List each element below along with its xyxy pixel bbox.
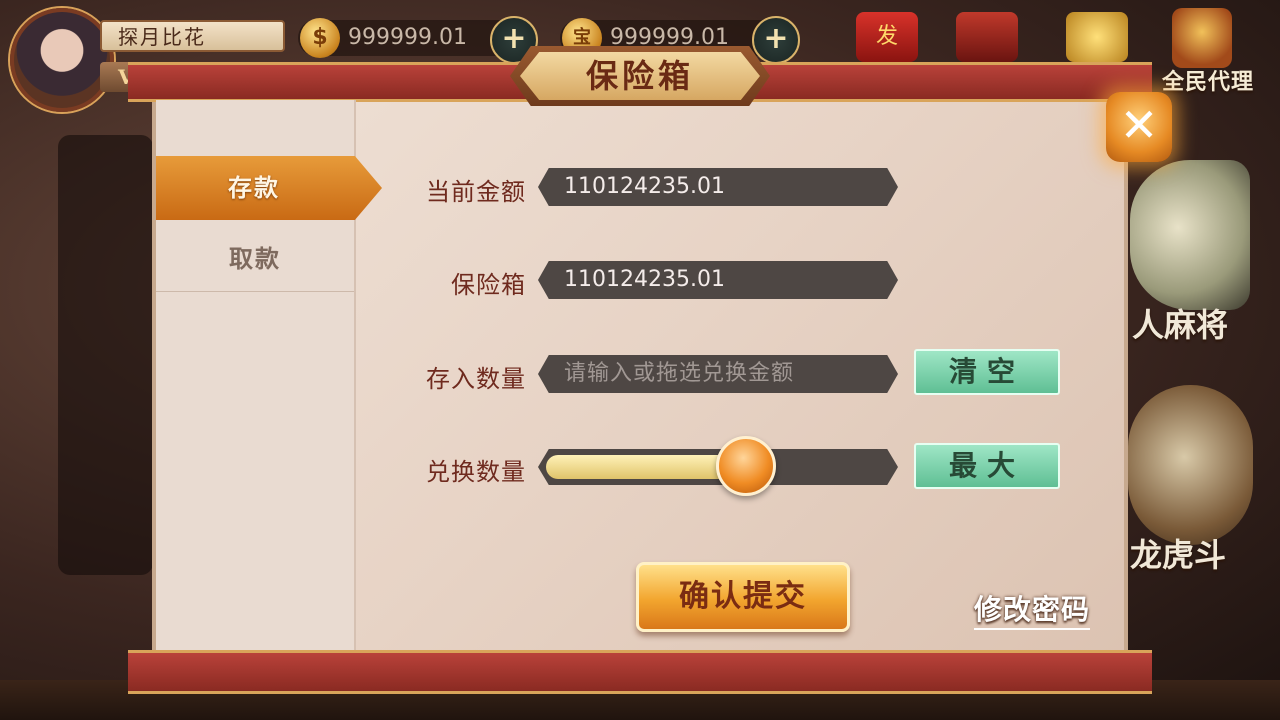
agent-label[interactable]: 全民代理 <box>1162 64 1254 96</box>
confirm-submit-button[interactable]: 确认提交 <box>636 562 850 632</box>
gold-balance-value: 999999.01 <box>348 25 467 50</box>
deposit-amount-input[interactable]: 请输入或拖选兑换金额 <box>538 355 898 393</box>
gold-balance: $ 999999.01 + <box>298 16 538 64</box>
current-amount-value: 110124235.01 <box>538 168 898 206</box>
exchange-amount-label: 兑换数量 <box>426 458 526 486</box>
tab-deposit[interactable]: 存款 <box>156 156 382 220</box>
add-treasure-button[interactable]: + <box>752 16 800 64</box>
deposit-amount-label: 存入数量 <box>426 365 526 393</box>
gold-coins-icon[interactable] <box>1066 12 1128 62</box>
player-avatar[interactable] <box>10 8 114 112</box>
safe-box-label: 保险箱 <box>451 271 526 299</box>
gold-coin-icon: $ <box>300 18 340 58</box>
close-button[interactable]: ✕ <box>1106 92 1172 162</box>
red-envelope-icon[interactable]: 发 <box>856 12 918 62</box>
treasure-chest-icon[interactable] <box>956 12 1018 62</box>
mahjong-game-label[interactable]: 人麻将 <box>1132 300 1228 346</box>
max-button[interactable]: 最大 <box>914 443 1060 489</box>
tiger-game-label[interactable]: 龙虎斗 <box>1130 530 1226 576</box>
player-name: 探月比花 <box>100 20 285 52</box>
agent-icon[interactable] <box>1172 8 1232 68</box>
modal-bottom-band <box>128 650 1152 694</box>
tiger-game-icon[interactable] <box>1128 385 1253 545</box>
left-side-panel <box>58 135 153 575</box>
clear-button[interactable]: 清空 <box>914 349 1060 395</box>
slider-knob[interactable] <box>715 436 776 496</box>
mahjong-game-icon[interactable] <box>1130 160 1250 310</box>
change-password-link[interactable]: 修改密码 <box>974 588 1091 630</box>
tab-sidebar: 存款 取款 <box>156 100 382 650</box>
tab-withdraw[interactable]: 取款 <box>156 227 354 292</box>
modal-title: 保险箱 <box>520 52 760 100</box>
safe-box-value: 110124235.01 <box>538 261 898 299</box>
current-amount-label: 当前金额 <box>426 178 526 206</box>
